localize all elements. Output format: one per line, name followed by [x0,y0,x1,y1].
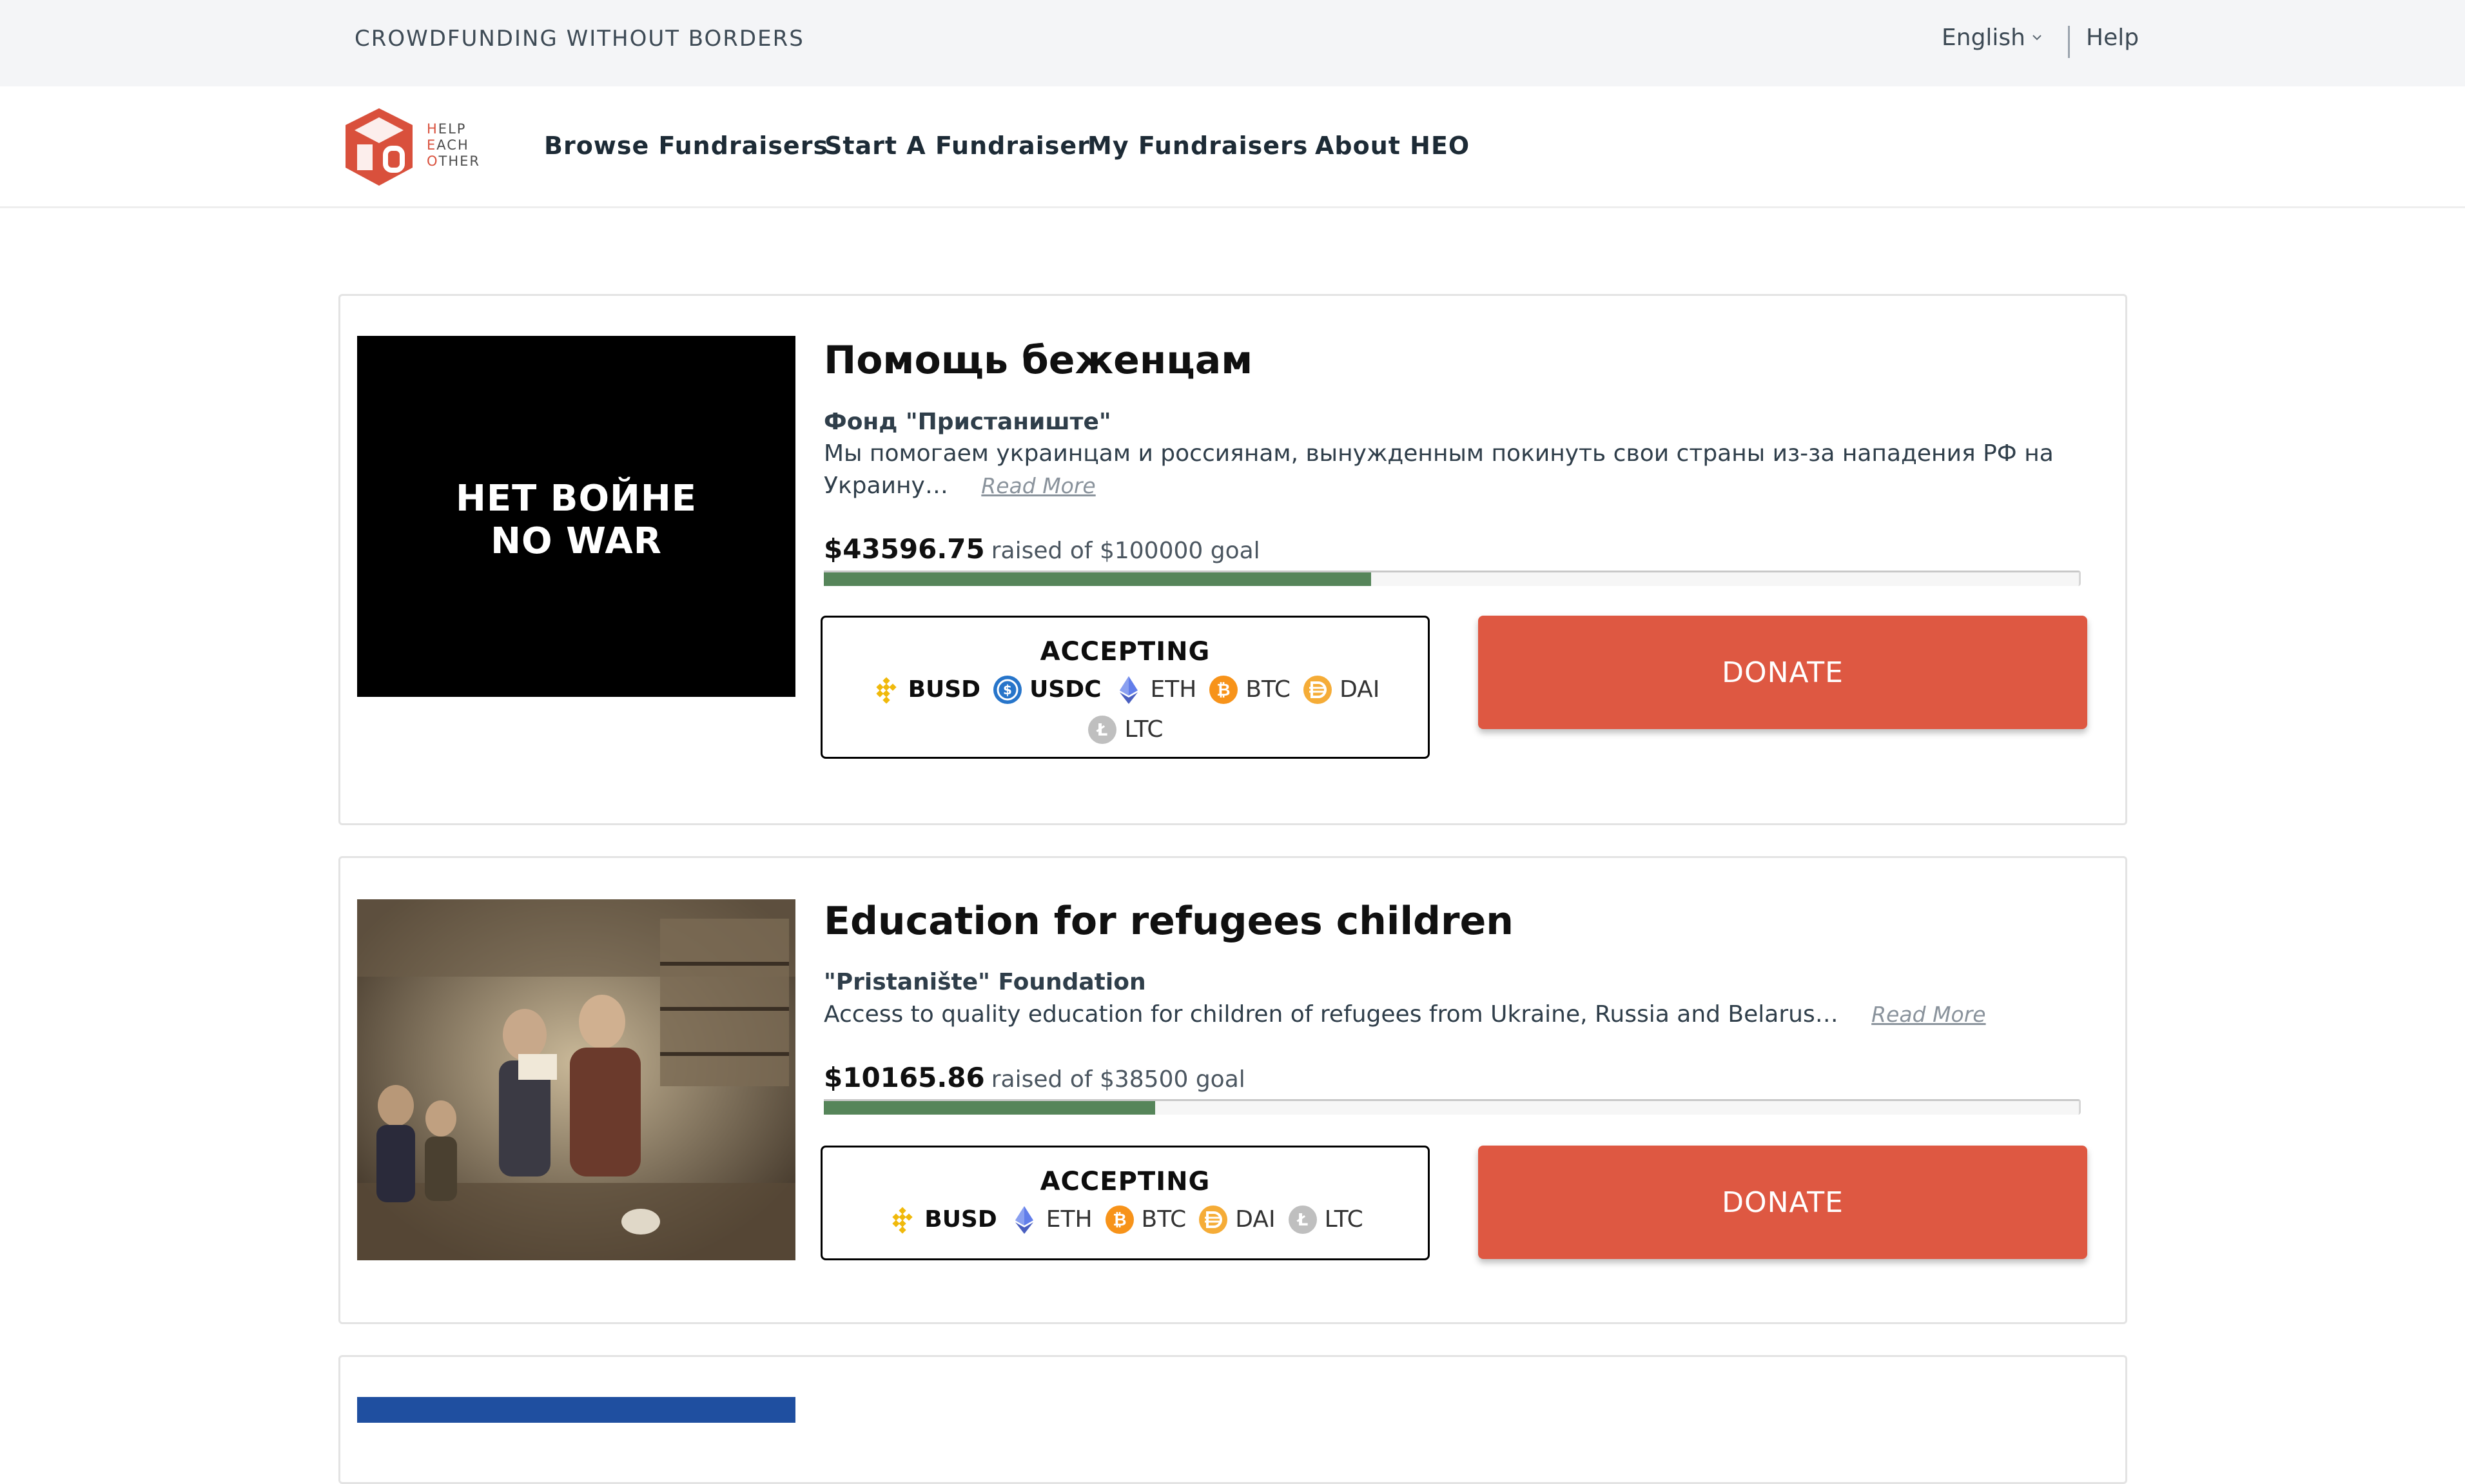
tagline: CROWDFUNDING WITHOUT BORDERS [355,26,804,52]
coin-label: BTC [1245,676,1291,703]
coin-label: LTC [1124,716,1164,743]
raised-amount: $43596.75 [824,533,985,565]
coin-label: DAI [1340,676,1380,703]
nav-my-fundraisers[interactable]: My Fundraisers [1087,132,1308,160]
coin-label: DAI [1235,1206,1276,1233]
progress-bar [824,571,2081,586]
topbar-divider [2068,26,2070,58]
usdc-icon: $ [992,674,1023,705]
fundraiser-card [338,1355,2127,1484]
nav-about-heo[interactable]: About HEO [1315,132,1470,160]
raised-summary: $10165.86 raised of $38500 goal [824,1062,1245,1093]
coin-list: BUSD ETH ₿ BTC DAI Ł LTC [842,1203,1408,1236]
eth-icon [1009,1204,1040,1235]
fundraiser-card: Education for refugees children "Pristan… [338,856,2127,1324]
raised-summary: $43596.75 raised of $100000 goal [824,533,1260,565]
fundraiser-description: Access to quality education for children… [824,1001,1986,1028]
fundraiser-description: Мы помогаем украинцам и россиянам, вынуж… [824,440,2054,499]
fundraiser-title[interactable]: Education for refugees children [824,899,1514,944]
fundraiser-image[interactable] [357,899,795,1260]
nav-browse-fundraisers[interactable]: Browse Fundraisers [544,132,828,160]
coin-label: BUSD [908,676,981,703]
help-link[interactable]: Help [2086,24,2139,51]
raised-amount: $10165.86 [824,1062,985,1093]
chevron-down-icon[interactable] [2032,32,2042,43]
coin-eth: ETH [1113,673,1197,707]
coin-label: BTC [1141,1206,1187,1233]
busd-icon [887,1204,918,1235]
svg-text:₿: ₿ [1113,1211,1126,1230]
goal-text: raised of $100000 goal [991,538,1260,564]
svg-text:₿: ₿ [1217,681,1231,700]
top-bar: CROWDFUNDING WITHOUT BORDERS English Hel… [0,0,2465,86]
read-more-link[interactable]: Read More [981,473,1095,498]
busd-icon [871,674,902,705]
coin-dai: DAI [1198,1203,1276,1236]
classroom-painting-image [357,899,795,1260]
fundraiser-organization: "Pristanište" Foundation [824,969,1146,995]
fundraiser-card: НЕТ ВОЙНЕ NO WAR Помощь беженцам Фонд "П… [338,294,2127,825]
ltc-icon: Ł [1287,1204,1318,1235]
coin-busd: BUSD [887,1203,997,1236]
language-selector[interactable]: English [1942,24,2025,51]
svg-text:Ł: Ł [1096,721,1108,740]
coin-busd: BUSD [871,673,980,707]
eth-icon [1113,674,1144,705]
coin-label: USDC [1029,676,1102,703]
dai-icon [1198,1204,1229,1235]
coin-label: LTC [1324,1206,1363,1233]
progress-fill [824,1101,1155,1115]
coin-eth: ETH [1009,1203,1093,1236]
btc-icon: ₿ [1208,674,1239,705]
coin-usdc: $ USDC [992,673,1102,707]
heo-logo[interactable]: HELP EACH OTHER [340,106,508,190]
nav-start-fundraiser[interactable]: Start A Fundraiser [824,132,1090,160]
coin-label: ETH [1150,676,1197,703]
fundraiser-organization: Фонд "Пристаниште" [824,409,1111,435]
main-nav: HELP EACH OTHER Browse Fundraisers Start… [0,86,2465,208]
logo-wordmark: HELP EACH OTHER [427,121,481,169]
accepting-label: ACCEPTING [1040,637,1211,667]
progress-fill [824,572,1371,586]
no-war-image-text: НЕТ ВОЙНЕ NO WAR [455,478,697,562]
progress-bar [824,1099,2081,1115]
coin-label: ETH [1046,1206,1093,1233]
ltc-icon: Ł [1087,714,1118,745]
accepting-label: ACCEPTING [1040,1167,1211,1196]
coin-ltc: Ł LTC [1087,713,1164,747]
coin-list: BUSD $ USDC ETH ₿ BTC DAI Ł LTC [842,673,1408,747]
dai-icon [1302,674,1333,705]
accepting-box: ACCEPTING BUSD ETH ₿ BTC DAI Ł LTC [821,1146,1430,1260]
donate-button[interactable]: DONATE [1478,1146,2087,1259]
btc-icon: ₿ [1104,1204,1135,1235]
read-more-link[interactable]: Read More [1871,1002,1985,1027]
coin-ltc: Ł LTC [1287,1203,1363,1236]
heo-logo-mark [346,108,413,186]
fundraiser-image[interactable] [357,1397,795,1423]
fundraiser-title[interactable]: Помощь беженцам [824,338,1252,383]
svg-text:Ł: Ł [1296,1211,1308,1230]
coin-dai: DAI [1302,673,1379,707]
accepting-box: ACCEPTING BUSD $ USDC ETH ₿ BTC DAI Ł LTC [821,616,1430,759]
coin-btc: ₿ BTC [1104,1203,1187,1236]
coin-btc: ₿ BTC [1208,673,1291,707]
svg-text:$: $ [1003,682,1012,698]
coin-label: BUSD [924,1206,997,1233]
donate-button[interactable]: DONATE [1478,616,2087,729]
goal-text: raised of $38500 goal [991,1066,1245,1093]
fundraiser-image[interactable]: НЕТ ВОЙНЕ NO WAR [357,336,795,697]
